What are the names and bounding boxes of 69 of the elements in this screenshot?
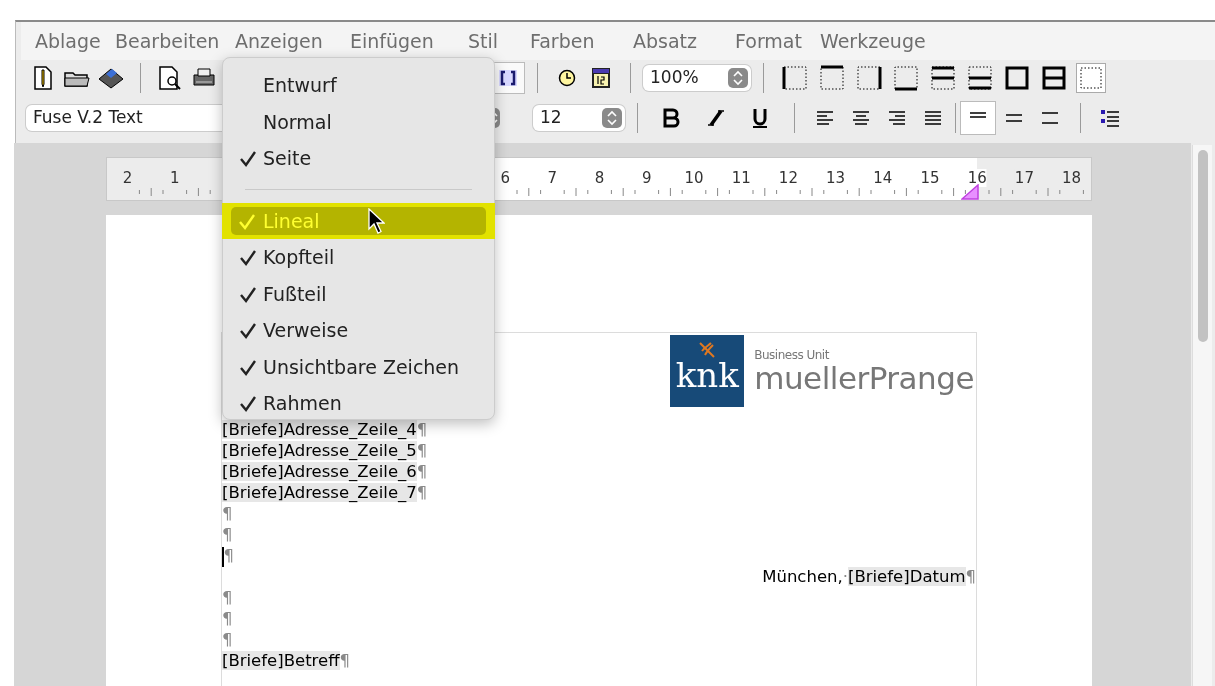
top-border-icon[interactable]: [817, 64, 846, 92]
folder-icon[interactable]: [64, 69, 90, 87]
menu-item[interactable]: Stil: [468, 26, 530, 56]
menu-item[interactable]: Unsichtbare Zeichen: [223, 348, 494, 385]
menu-item[interactable]: Rahmen: [223, 385, 494, 422]
menu-item[interactable]: Absatz: [633, 26, 735, 56]
menu-item[interactable]: Einfügen: [350, 26, 468, 56]
menu-item[interactable]: Anzeigen: [235, 26, 350, 56]
menu-item[interactable]: Bearbeiten: [115, 26, 235, 56]
indent-marker-icon[interactable]: [961, 184, 980, 200]
new-document-icon[interactable]: [34, 66, 52, 90]
document-line: [Briefe]Adresse_Zeile_6¶: [222, 461, 428, 482]
justify-icon[interactable]: [923, 108, 943, 128]
italic-icon[interactable]: [706, 108, 726, 128]
ruler-number: 16: [967, 169, 987, 187]
checkmark-icon: [239, 358, 257, 376]
logo-mark: knk: [670, 335, 745, 407]
menu-item[interactable]: Seite: [223, 140, 494, 177]
right-border-icon[interactable]: [854, 64, 883, 92]
document-line: [Briefe]Adresse_Zeile_7¶: [222, 482, 428, 503]
zoom-select[interactable]: 100%: [643, 65, 751, 91]
frame-bracket-icon[interactable]: [499, 70, 517, 86]
document-line: ¶: [223, 545, 234, 566]
bullet-list-icon[interactable]: [1100, 108, 1120, 128]
document-line: ¶: [222, 587, 233, 608]
menu-item[interactable]: Format: [735, 26, 820, 56]
checkmark-icon: [238, 212, 256, 230]
checkmark-icon: [239, 249, 257, 266]
printer-icon[interactable]: [192, 67, 216, 89]
document-line: ¶: [222, 524, 233, 545]
left-border-icon[interactable]: [780, 64, 809, 92]
document-line: [Briefe]Adresse_Zeile_4¶: [222, 419, 428, 440]
calendar-icon[interactable]: [591, 67, 611, 89]
document-line: [Briefe]Adresse_Zeile_5¶: [222, 440, 428, 461]
menu-item[interactable]: Verweise: [223, 312, 494, 349]
clock-icon[interactable]: [558, 69, 576, 87]
menu-item[interactable]: Kopfteil: [223, 239, 494, 276]
menu-item[interactable]: Werkzeuge: [820, 26, 940, 56]
scrollbar[interactable]: [1192, 145, 1212, 686]
print-preview-icon[interactable]: [159, 66, 181, 90]
mouse-pointer-icon: [367, 207, 385, 234]
align-left-icon[interactable]: [815, 108, 835, 128]
bold-icon[interactable]: [662, 108, 682, 128]
scrollbar-thumb[interactable]: [1198, 150, 1208, 342]
align-center-icon[interactable]: [851, 108, 871, 128]
checkmark-icon: [239, 395, 257, 412]
document-line: ¶: [222, 608, 233, 629]
top-border-icon[interactable]: [928, 64, 957, 92]
document-line: München,·[Briefe]Datum¶: [762, 566, 976, 587]
bottom-border-icon[interactable]: [891, 64, 920, 92]
document-line: ¶: [222, 503, 233, 524]
checkmark-icon: [239, 322, 257, 339]
menu-item[interactable]: Ablage: [35, 26, 115, 56]
logo-subtitle: Business Unit: [754, 348, 831, 362]
align-right-icon[interactable]: [887, 108, 907, 128]
document-line: [Briefe]Betreff¶: [222, 650, 351, 671]
font-size-select[interactable]: 12: [533, 105, 625, 131]
document-line: ¶: [222, 629, 233, 650]
menu-item[interactable]: Entwurf: [223, 67, 494, 104]
no-border-icon[interactable]: [1076, 64, 1105, 92]
menu-item[interactable]: Farben: [530, 26, 633, 56]
underline-icon[interactable]: [750, 108, 770, 128]
stepper-icon[interactable]: [728, 68, 748, 88]
logo-name: muellerPrange: [754, 362, 974, 394]
stepper-icon[interactable]: [602, 108, 622, 128]
menu-item[interactable]: Fußteil: [223, 275, 494, 312]
checkmark-icon: [239, 150, 257, 167]
checkmark-icon: [239, 285, 257, 303]
bottom-border-icon[interactable]: [965, 64, 994, 92]
